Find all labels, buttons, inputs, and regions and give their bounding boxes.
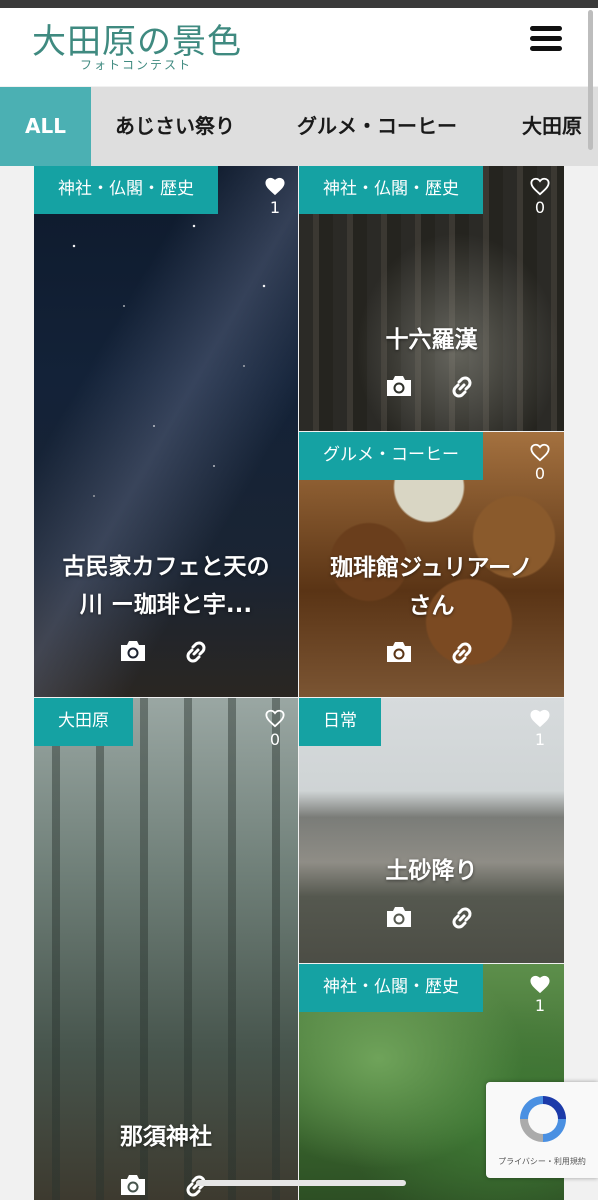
photo-title[interactable]: 那須神社 — [34, 1118, 298, 1156]
logo-subtitle: フォトコンテスト — [80, 58, 193, 72]
camera-icon[interactable] — [384, 639, 418, 673]
photo-card[interactable]: 日常 1 土砂降り — [299, 698, 564, 963]
card-actions — [299, 373, 564, 409]
card-actions — [34, 1172, 298, 1200]
category-tag[interactable]: 日常 — [299, 698, 381, 746]
photo-title[interactable]: 珈琲館ジュリアーノさん — [299, 549, 564, 625]
card-actions — [34, 638, 298, 674]
link-icon[interactable] — [448, 639, 482, 673]
heart-filled-icon — [530, 709, 550, 728]
like-count: 0 — [534, 198, 546, 217]
filter-ajisai-festival[interactable]: あじさい祭り — [115, 87, 235, 166]
like-count: 1 — [269, 198, 281, 217]
photo-card[interactable]: 大田原 0 那須神社 — [34, 698, 298, 1200]
camera-icon[interactable] — [384, 373, 418, 407]
link-icon[interactable] — [182, 638, 216, 672]
scrollbar[interactable] — [588, 10, 593, 150]
category-tag[interactable]: 神社・仏閣・歴史 — [34, 166, 218, 214]
recaptcha-icon — [514, 1090, 572, 1148]
like-button[interactable]: 1 — [525, 708, 555, 749]
hamburger-menu-icon[interactable] — [528, 24, 564, 54]
filter-otawara[interactable]: 大田原 — [522, 87, 582, 166]
heart-outline-icon — [530, 177, 550, 196]
category-filter-bar: ALL あじさい祭り グルメ・コーヒー 大田原 — [0, 87, 598, 166]
card-actions — [299, 639, 564, 675]
category-tag[interactable]: 大田原 — [34, 698, 133, 746]
link-icon[interactable] — [182, 1172, 216, 1200]
link-icon[interactable] — [448, 373, 482, 407]
like-count: 1 — [534, 730, 546, 749]
photo-title[interactable]: 土砂降り — [299, 852, 564, 890]
filter-gourmet-coffee[interactable]: グルメ・コーヒー — [297, 87, 457, 166]
photo-title[interactable]: 十六羅漢 — [299, 321, 564, 359]
heart-outline-icon — [265, 709, 285, 728]
home-indicator[interactable] — [196, 1180, 406, 1186]
like-count: 0 — [534, 464, 546, 483]
recaptcha-privacy-terms[interactable]: プライバシー・利用規約 — [486, 1156, 598, 1167]
like-button[interactable]: 1 — [525, 974, 555, 1015]
category-tag[interactable]: 神社・仏閣・歴史 — [299, 166, 483, 214]
photo-title[interactable]: 古民家カフェと天の川 ー珈琲と宇... — [34, 548, 298, 624]
like-count: 1 — [534, 996, 546, 1015]
photo-card[interactable]: 神社・仏閣・歴史 0 十六羅漢 — [299, 166, 564, 431]
like-button[interactable]: 0 — [525, 442, 555, 483]
recaptcha-badge[interactable]: プライバシー・利用規約 — [486, 1082, 598, 1178]
photo-card[interactable]: グルメ・コーヒー 0 珈琲館ジュリアーノさん — [299, 432, 564, 697]
filter-all[interactable]: ALL — [0, 87, 91, 166]
link-icon[interactable] — [448, 904, 482, 938]
camera-icon[interactable] — [118, 638, 152, 672]
like-button[interactable]: 0 — [525, 176, 555, 217]
like-count: 0 — [269, 730, 281, 749]
heart-outline-icon — [530, 443, 550, 462]
camera-icon[interactable] — [384, 904, 418, 938]
site-logo[interactable]: 大田原の景色 フォトコンテスト — [32, 12, 262, 74]
category-tag[interactable]: グルメ・コーヒー — [299, 432, 483, 480]
like-button[interactable]: 1 — [260, 176, 290, 217]
site-header: 大田原の景色 フォトコンテスト — [0, 8, 598, 86]
category-tag[interactable]: 神社・仏閣・歴史 — [299, 964, 483, 1012]
heart-filled-icon — [265, 177, 285, 196]
heart-filled-icon — [530, 975, 550, 994]
photo-card[interactable]: 神社・仏閣・歴史 1 古民家カフェと天の川 ー珈琲と宇... — [34, 166, 298, 697]
card-actions — [299, 904, 564, 940]
like-button[interactable]: 0 — [260, 708, 290, 749]
status-bar — [0, 0, 598, 8]
camera-icon[interactable] — [118, 1172, 152, 1200]
